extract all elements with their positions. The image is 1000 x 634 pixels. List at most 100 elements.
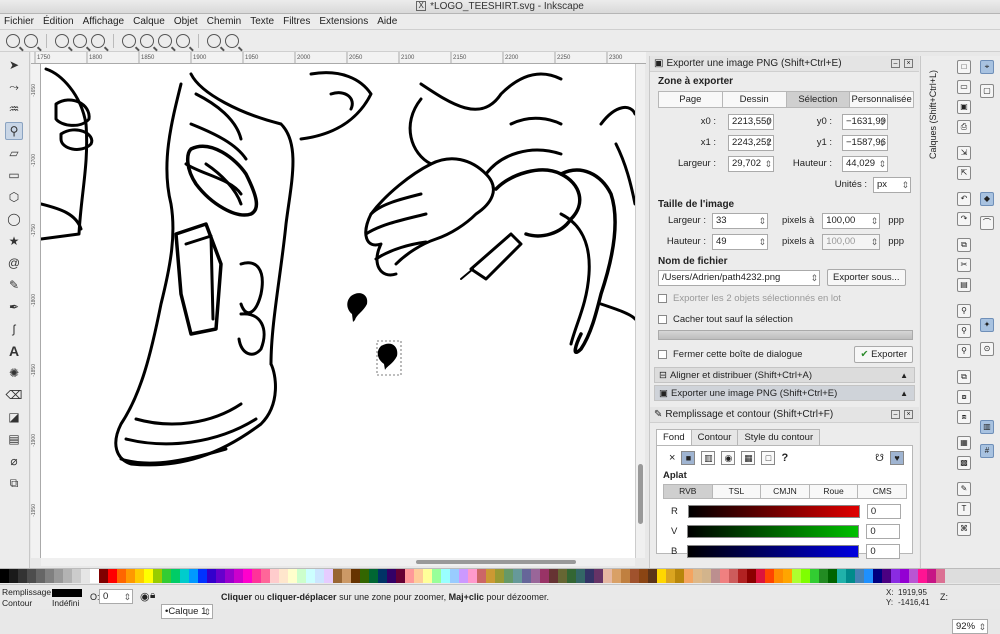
palette-swatch[interactable] — [54, 569, 63, 583]
palette-swatch[interactable] — [468, 569, 477, 583]
palette-swatch[interactable] — [522, 569, 531, 583]
palette-swatch[interactable] — [828, 569, 837, 583]
palette-swatch[interactable] — [864, 569, 873, 583]
palette-swatch[interactable] — [396, 569, 405, 583]
palette-swatch[interactable] — [648, 569, 657, 583]
zoom-page-cmd-icon[interactable]: ⚲ — [957, 344, 971, 358]
palette-swatch[interactable] — [927, 569, 936, 583]
palette-swatch[interactable] — [504, 569, 513, 583]
minimize-icon[interactable]: – — [891, 59, 900, 68]
unset-paint-icon[interactable]: ? — [781, 452, 788, 464]
swatch-icon[interactable]: □ — [761, 451, 776, 465]
fill-rule-evenodd-icon[interactable]: ☋ — [875, 453, 884, 464]
zoom-selection-cmd-icon[interactable]: ⚲ — [957, 304, 971, 318]
palette-swatch[interactable] — [774, 569, 783, 583]
minimize-icon-2[interactable]: – — [891, 410, 900, 419]
palette-swatch[interactable] — [567, 569, 576, 583]
palette-swatch[interactable] — [936, 569, 945, 583]
connector-tool-icon[interactable]: ⧉ — [5, 474, 23, 492]
copy-icon[interactable]: ⧉ — [957, 238, 971, 252]
palette-swatch[interactable] — [306, 569, 315, 583]
palette-swatch[interactable] — [801, 569, 810, 583]
fill-swatch[interactable] — [52, 589, 82, 597]
palette-swatch[interactable] — [405, 569, 414, 583]
palette-swatch[interactable] — [279, 569, 288, 583]
palette-swatch[interactable] — [720, 569, 729, 583]
palette-swatch[interactable] — [531, 569, 540, 583]
palette-swatch[interactable] — [63, 569, 72, 583]
tab-contour[interactable]: Contour — [690, 429, 739, 445]
duplicate-icon[interactable]: ⧉ — [957, 370, 971, 384]
ungroup-icon[interactable]: ▩ — [957, 456, 971, 470]
palette-swatch[interactable] — [630, 569, 639, 583]
zone-selection-button[interactable]: Sélection — [785, 91, 851, 108]
zoom-1-1-icon[interactable] — [55, 33, 69, 48]
snap-nodes-icon[interactable]: ◆ — [980, 192, 994, 206]
palette-swatch[interactable] — [684, 569, 693, 583]
blue-input[interactable]: 0 — [866, 543, 901, 559]
fill-rule-nonzero-icon[interactable]: ♥ — [890, 451, 904, 465]
menu-texte[interactable]: Texte — [250, 16, 274, 27]
palette-swatch[interactable] — [351, 569, 360, 583]
palette-swatch[interactable] — [837, 569, 846, 583]
palette-swatch[interactable] — [432, 569, 441, 583]
selector-tool-icon[interactable]: ➤ — [5, 56, 23, 74]
spray-tool-icon[interactable]: ✺ — [5, 364, 23, 382]
zoom-next-icon[interactable] — [225, 33, 239, 48]
palette-swatch[interactable] — [576, 569, 585, 583]
xml-editor-icon[interactable]: ⌘ — [957, 522, 971, 536]
snap-toggle-icon[interactable]: ⌖ — [980, 60, 994, 74]
palette-swatch[interactable] — [180, 569, 189, 583]
palette-swatch[interactable] — [189, 569, 198, 583]
palette-swatch[interactable] — [270, 569, 279, 583]
palette-swatch[interactable] — [441, 569, 450, 583]
mode-rvb[interactable]: RVB — [663, 484, 713, 499]
palette-swatch[interactable] — [513, 569, 522, 583]
zoom-1-2-icon[interactable] — [73, 33, 87, 48]
measure-tool-icon[interactable]: ▱ — [5, 144, 23, 162]
pencil-tool-icon[interactable]: ✎ — [5, 276, 23, 294]
palette-swatch[interactable] — [783, 569, 792, 583]
palette-swatch[interactable] — [450, 569, 459, 583]
snap-grids-icon[interactable]: # — [980, 444, 994, 458]
zone-dessin-button[interactable]: Dessin — [721, 91, 787, 108]
dropper-tool-icon[interactable]: ⌀ — [5, 452, 23, 470]
group-icon[interactable]: ▦ — [957, 436, 971, 450]
node-tool-icon[interactable]: ⤳ — [5, 78, 23, 96]
palette-swatch[interactable] — [117, 569, 126, 583]
horizontal-scrollbar[interactable] — [41, 558, 635, 566]
linear-gradient-icon[interactable]: ▥ — [701, 451, 716, 465]
palette-swatch[interactable] — [81, 569, 90, 583]
palette-swatch[interactable] — [639, 569, 648, 583]
palette-swatch[interactable] — [243, 569, 252, 583]
zoom-page-width-icon[interactable] — [176, 33, 190, 48]
drawing-canvas[interactable] — [41, 64, 635, 558]
text-font-icon[interactable]: T — [957, 502, 971, 516]
mode-tsl[interactable]: TSL — [711, 484, 762, 499]
menu-extensions[interactable]: Extensions — [319, 16, 368, 27]
green-slider[interactable] — [687, 524, 860, 538]
palette-swatch[interactable] — [918, 569, 927, 583]
palette-swatch[interactable] — [819, 569, 828, 583]
zoom-out-icon[interactable] — [24, 33, 38, 48]
vertical-ruler[interactable]: -1650 -1700 -1750 -1800 -1850 -1900 -1950 — [31, 64, 41, 558]
palette-swatch[interactable] — [387, 569, 396, 583]
palette-swatch[interactable] — [558, 569, 567, 583]
collapse-arrow-icon-2[interactable]: ▲ — [900, 389, 908, 398]
x0-input[interactable]: 2213,550 — [728, 113, 774, 130]
palette-swatch[interactable] — [702, 569, 711, 583]
zoom-tool-icon[interactable]: ⚲ — [5, 122, 23, 140]
rectangle-tool-icon[interactable]: ▭ — [5, 166, 23, 184]
palette-swatch[interactable] — [486, 569, 495, 583]
vertical-scrollbar[interactable] — [635, 64, 645, 558]
menu-calque[interactable]: Calque — [133, 16, 165, 27]
menu-affichage[interactable]: Affichage — [83, 16, 125, 27]
calligraphy-tool-icon[interactable]: ʃ — [5, 320, 23, 338]
mode-cmjn[interactable]: CMJN — [760, 484, 810, 499]
save-icon[interactable]: ▣ — [957, 100, 971, 114]
palette-swatch[interactable] — [9, 569, 18, 583]
palette-swatch[interactable] — [756, 569, 765, 583]
palette-swatch[interactable] — [18, 569, 27, 583]
hide-checkbox[interactable] — [658, 315, 667, 324]
snap-page-icon[interactable]: ▥ — [980, 420, 994, 434]
